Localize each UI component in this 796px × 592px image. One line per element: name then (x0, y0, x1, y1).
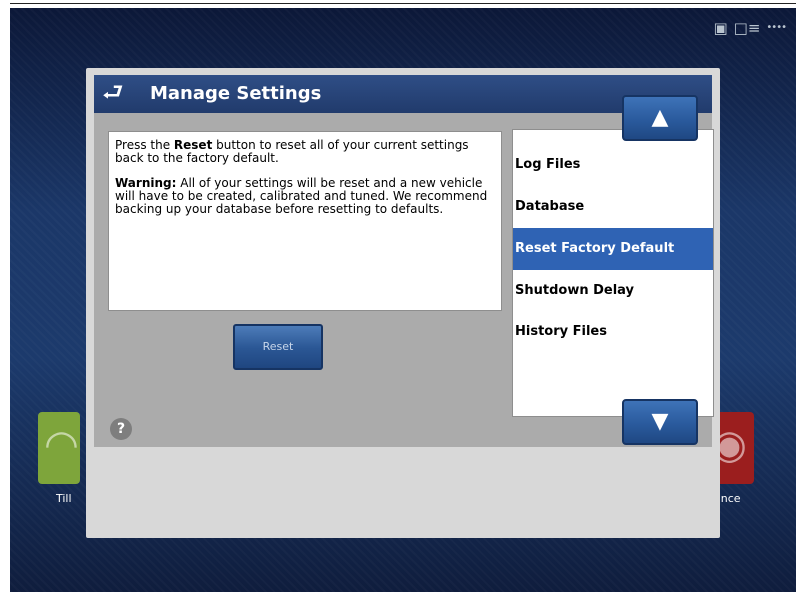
display-icon[interactable]: □≡ (734, 20, 761, 36)
top-border-line (10, 3, 796, 4)
reset-warning: Warning: All of your settings will be re… (115, 176, 488, 216)
back-arrow-icon[interactable]: ⮐ (102, 77, 124, 107)
reset-button[interactable]: Reset (233, 324, 323, 370)
list-item-log-files[interactable]: Log Files (513, 144, 713, 186)
info-panel: Press the Reset button to reset all of y… (108, 131, 502, 311)
help-icon[interactable]: ? (110, 418, 132, 440)
list-item-shutdown-delay[interactable]: Shutdown Delay (513, 270, 713, 312)
list-item-database[interactable]: Database (513, 186, 713, 228)
signal-icon[interactable]: •••• (766, 20, 787, 36)
tillage-app-tile[interactable]: ◠ (38, 412, 80, 484)
status-bar: ▣ □≡ •••• (713, 20, 787, 36)
manage-settings-dialog: ⮐ Manage Settings Press the Reset button… (94, 75, 714, 447)
scroll-up-button[interactable]: ▲ (622, 95, 698, 141)
triangle-up-icon: ▲ (651, 105, 669, 130)
settings-list: Log Files Database Reset Factory Default… (512, 129, 714, 417)
gps-icon[interactable]: ▣ (713, 20, 727, 36)
tillage-tile-label: Till (56, 492, 72, 505)
scroll-down-button[interactable]: ▼ (622, 399, 698, 445)
triangle-down-icon: ▼ (651, 409, 669, 434)
list-item-history-files[interactable]: History Files (513, 311, 713, 353)
list-item-reset-factory-default[interactable]: Reset Factory Default (513, 228, 713, 270)
dialog-title: Manage Settings (150, 83, 322, 104)
reset-instructions: Press the Reset button to reset all of y… (115, 138, 469, 165)
dialog-title-bar: ⮐ Manage Settings (94, 75, 712, 113)
tillage-icon: ◠ (44, 422, 79, 468)
